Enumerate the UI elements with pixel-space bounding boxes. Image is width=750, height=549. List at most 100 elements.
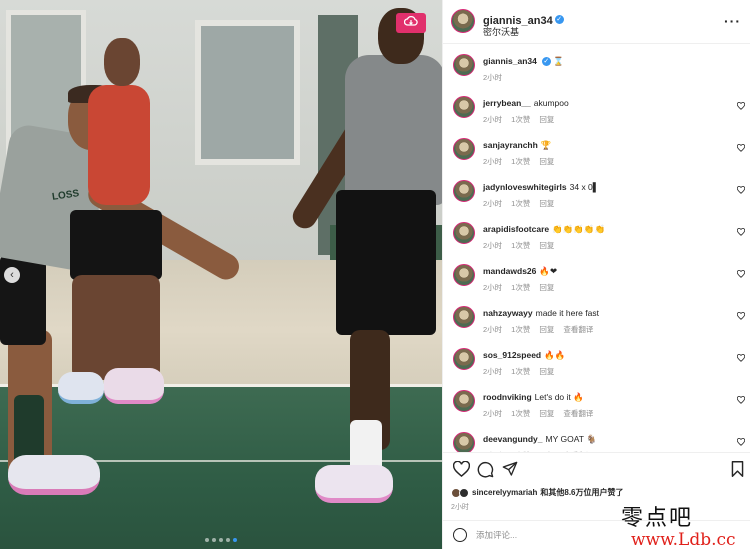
heart-icon[interactable]	[452, 460, 471, 479]
reply-button[interactable]: 回复	[539, 114, 554, 125]
commenter-avatar[interactable]	[453, 222, 475, 244]
comment-time: 2小时	[483, 367, 503, 376]
comment-meta: 2小时 1次赞 回复	[483, 156, 554, 167]
share-icon[interactable]	[502, 461, 520, 479]
caption: giannis_an34 ✓ ⌛ 2小时	[443, 50, 750, 92]
commenter-username[interactable]: arapidisfootcare	[483, 224, 549, 234]
caption-author[interactable]: giannis_an34	[483, 56, 537, 66]
commenter-avatar[interactable]	[453, 180, 475, 202]
carousel-dot	[205, 538, 209, 542]
comment-likes[interactable]: 1次赞	[511, 240, 530, 251]
reply-button[interactable]: 回复	[539, 408, 554, 419]
commenter-avatar[interactable]	[453, 306, 475, 328]
likes-user[interactable]: sincerelyymariah	[472, 488, 537, 497]
more-options-button[interactable]: ···	[724, 13, 741, 29]
comment-likes[interactable]: 1次赞	[511, 114, 530, 125]
emoji-icon[interactable]	[453, 528, 467, 542]
comment-heart-icon[interactable]	[736, 228, 746, 238]
bookmark-icon[interactable]	[731, 461, 749, 479]
caption-time: 2小时	[483, 73, 503, 82]
carousel-dots	[205, 538, 237, 542]
comment-heart-icon[interactable]	[736, 102, 746, 112]
comment-body: Let's do it 🔥	[534, 392, 584, 402]
author-avatar[interactable]	[453, 54, 475, 76]
comment-row: sanjayranchh 🏆 2小时 1次赞 回复	[443, 134, 750, 176]
commenter-username[interactable]: mandawds26	[483, 266, 536, 276]
carousel-prev-button[interactable]: ‹	[4, 267, 20, 283]
commenter-username[interactable]: roodnviking	[483, 392, 532, 402]
comment-time: 2小时	[483, 283, 503, 292]
comment-heart-icon[interactable]	[736, 186, 746, 196]
commenter-username[interactable]: sos_912speed	[483, 350, 541, 360]
commenter-avatar[interactable]	[453, 96, 475, 118]
commenter-avatar[interactable]	[453, 432, 475, 452]
translate-button[interactable]: 查看翻译	[563, 408, 593, 419]
comment-text: jerrybean__ akumpoo	[483, 98, 569, 108]
window	[195, 20, 300, 165]
comments-list[interactable]: giannis_an34 ✓ ⌛ 2小时 jerrybean__ akumpoo 2小…	[443, 44, 750, 452]
commenter-username[interactable]: deevangundy_	[483, 434, 543, 444]
commenter-avatar[interactable]	[453, 138, 475, 160]
post-header: giannis_an34 ✓ 密尔沃基 ···	[443, 0, 750, 44]
commenter-avatar[interactable]	[453, 348, 475, 370]
comment-body: 👏👏👏👏👏	[552, 224, 606, 234]
reply-button[interactable]: 回复	[539, 282, 554, 293]
comment-time: 2小时	[483, 157, 503, 166]
watermark: 零点吧 www.Ldb.cc	[621, 500, 736, 549]
player-back-shoe	[58, 372, 104, 404]
post-photo[interactable]: LOSS ‹	[0, 0, 442, 549]
author-avatar[interactable]	[451, 9, 475, 33]
translate-button[interactable]: 查看翻译	[563, 324, 593, 335]
comment-heart-icon[interactable]	[736, 396, 746, 406]
likes-text[interactable]: 和其他8.6万位用户赞了	[540, 487, 623, 498]
reply-button[interactable]: 回复	[539, 156, 554, 167]
comment-time: 2小时	[483, 241, 503, 250]
comment-heart-icon[interactable]	[736, 144, 746, 154]
comment-meta: 2小时 1次赞 回复	[483, 366, 554, 377]
commenter-username[interactable]: jerrybean__	[483, 98, 531, 108]
commenter-username[interactable]: jadynloveswhitegirls	[483, 182, 567, 192]
comment-likes[interactable]: 1次赞	[511, 198, 530, 209]
comment-body: made it here fast	[535, 308, 599, 318]
player-right-torso	[345, 55, 442, 205]
reply-button[interactable]: 回复	[539, 324, 554, 335]
comment-text: deevangundy_ MY GOAT 🐐	[483, 434, 597, 445]
comment-time: 2小时	[483, 199, 503, 208]
player-back-shorts	[70, 210, 162, 280]
comment-meta: 2小时 1次赞 回复	[483, 282, 554, 293]
player-right-shorts	[336, 190, 436, 335]
comment-meta: 2小时 1次赞回复查看翻译	[483, 408, 593, 419]
reply-button[interactable]: 回复	[539, 366, 554, 377]
likes-summary[interactable]: sincerelyymariah 和其他8.6万位用户赞了	[451, 487, 624, 498]
comment-heart-icon[interactable]	[736, 270, 746, 280]
commenter-username[interactable]: nahzaywayy	[483, 308, 533, 318]
commenter-username[interactable]: sanjayranchh	[483, 140, 538, 150]
comment-heart-icon[interactable]	[736, 438, 746, 448]
comment-heart-icon[interactable]	[736, 354, 746, 364]
reply-button[interactable]: 回复	[539, 240, 554, 251]
comment-meta: 2小时 1次赞 回复	[483, 114, 554, 125]
comment-row: jadynloveswhitegirls 34 x 0▌ 2小时 1次赞 回复	[443, 176, 750, 218]
comment-row: roodnviking Let's do it 🔥 2小时 1次赞 回复 查看翻译	[443, 386, 750, 428]
comment-likes[interactable]: 1次赞	[511, 408, 530, 419]
action-bar	[443, 452, 750, 486]
comment-likes[interactable]: 1次赞	[511, 366, 530, 377]
comment-text: roodnviking Let's do it 🔥	[483, 392, 584, 403]
liker-avatar	[459, 487, 469, 498]
commenter-avatar[interactable]	[453, 264, 475, 286]
comment-heart-icon[interactable]	[736, 312, 746, 322]
comment-meta: 2小时 1次赞 回复	[483, 240, 554, 251]
save-image-button[interactable]	[396, 13, 426, 33]
reply-button[interactable]: 回复	[539, 198, 554, 209]
comment-likes[interactable]: 1次赞	[511, 324, 530, 335]
player-back-legs	[72, 275, 160, 380]
comment-icon[interactable]	[477, 461, 495, 479]
post-location[interactable]: 密尔沃基	[483, 25, 519, 38]
carousel-dot	[226, 538, 230, 542]
comment-meta: 2小时 1次赞回复查看翻译	[483, 324, 593, 335]
comment-meta: 2小时 1次赞 回复	[483, 198, 554, 209]
comment-body: akumpoo	[533, 98, 569, 108]
comment-likes[interactable]: 1次赞	[511, 282, 530, 293]
commenter-avatar[interactable]	[453, 390, 475, 412]
comment-likes[interactable]: 1次赞	[511, 156, 530, 167]
